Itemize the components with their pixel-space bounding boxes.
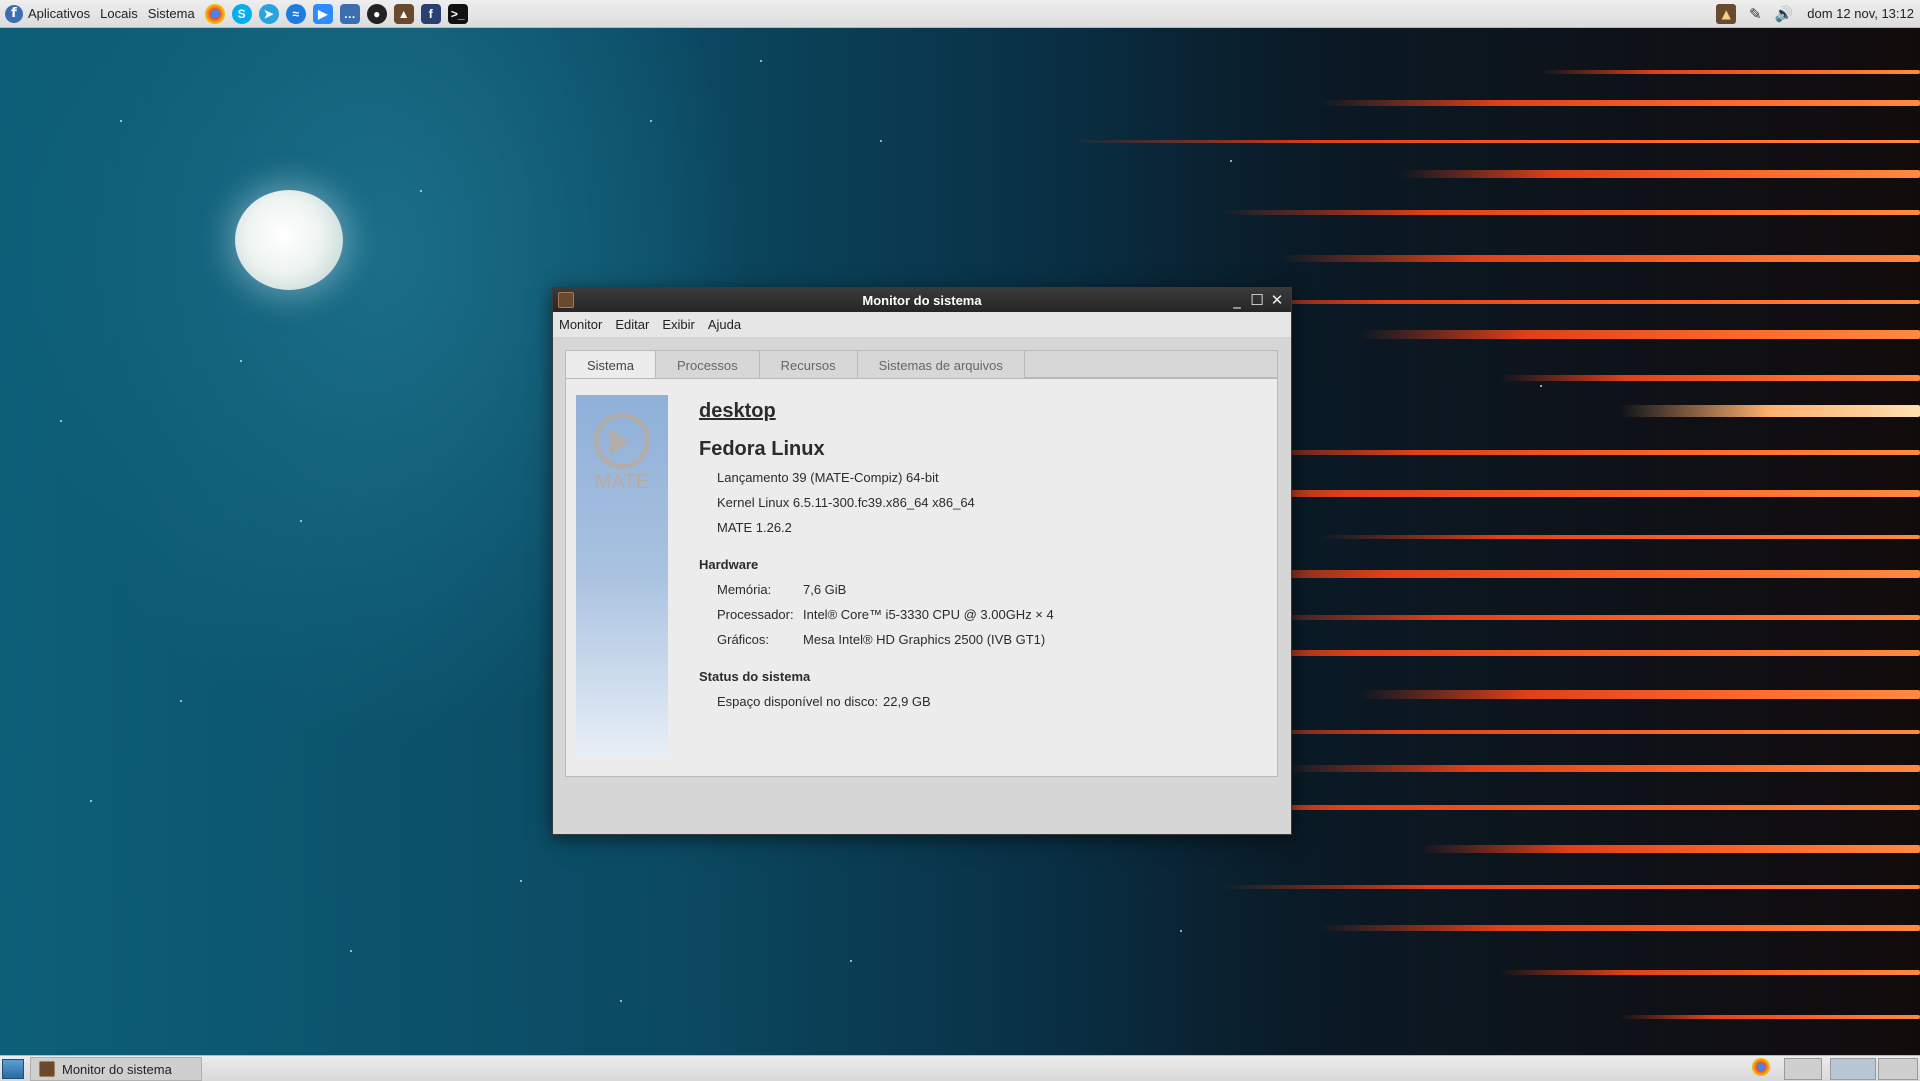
menu-monitor[interactable]: Monitor (559, 317, 602, 332)
close-button[interactable]: ✕ (1267, 290, 1287, 310)
window-title: Monitor do sistema (862, 292, 982, 308)
cpu-value: Intel® Core™ i5-3330 CPU @ 3.00GHz × 4 (803, 607, 1054, 622)
hardware-heading: Hardware (699, 557, 759, 572)
zoom-icon[interactable]: ▶ (312, 3, 333, 24)
tab-sistema[interactable]: Sistema (565, 350, 656, 380)
memory-value: 7,6 GiB (803, 582, 847, 597)
mate-logo-text: MATE (594, 471, 650, 493)
skype-icon[interactable]: S (231, 3, 252, 24)
logo-sidebar: MATE (576, 395, 668, 755)
workspace-2[interactable] (1830, 1058, 1876, 1080)
tab-bar: Sistema Processos Recursos Sistemas de a… (565, 350, 1025, 380)
system-tray: ▲ ✎ 🔊 dom 12 nov, 13:12 (1716, 0, 1920, 27)
mate-logo-icon (594, 413, 650, 469)
volume-icon[interactable]: 🔊 (1774, 4, 1794, 24)
gpu-label: Gráficos: (717, 632, 770, 647)
tab-recursos[interactable]: Recursos (759, 350, 858, 380)
workspace-3[interactable] (1878, 1058, 1918, 1080)
telegram-icon[interactable]: ➤ (258, 3, 279, 24)
window-app-icon[interactable] (558, 292, 574, 308)
show-desktop-button[interactable] (2, 1059, 24, 1079)
taskbar-window-button[interactable]: Monitor do sistema (30, 1057, 202, 1081)
release-info: Lançamento 39 (MATE-Compiz) 64-bit (717, 470, 939, 485)
tab-sistemas-de-arquivos[interactable]: Sistemas de arquivos (857, 350, 1025, 380)
system-monitor-tray-icon[interactable]: ▲ (1716, 3, 1737, 24)
taskbar-window-label: Monitor do sistema (62, 1061, 172, 1077)
menu-editar[interactable]: Editar (615, 317, 649, 332)
distro-name: Fedora Linux (699, 438, 825, 460)
hostname[interactable]: desktop (699, 400, 776, 423)
minimize-button[interactable]: _ (1227, 290, 1247, 310)
vlc-icon[interactable]: ▲ (393, 3, 414, 24)
clock[interactable]: dom 12 nov, 13:12 (1807, 6, 1914, 21)
chrome-tray-icon[interactable] (1752, 1058, 1770, 1076)
maximize-button[interactable]: ☐ (1247, 290, 1267, 310)
bottom-panel: Monitor do sistema (0, 1055, 1920, 1081)
moon (235, 190, 343, 290)
system-monitor-window: Monitor do sistema _ ☐ ✕ Monitor Editar … (552, 287, 1292, 835)
workspace-1[interactable] (1784, 1058, 1822, 1080)
mate-version: MATE 1.26.2 (717, 520, 792, 535)
menu-aplicativos[interactable]: Aplicativos (28, 6, 90, 21)
system-info-panel: MATE desktop Fedora Linux Lançamento 39 … (565, 378, 1278, 777)
chat-icon[interactable]: … (339, 3, 360, 24)
menu-locais[interactable]: Locais (100, 6, 138, 21)
top-panel: f Aplicativos Locais Sistema S ➤ ≈ ▶ … ●… (0, 0, 1920, 28)
fedora-help-icon[interactable]: f (420, 3, 441, 24)
fedora-logo-icon[interactable]: f (5, 4, 23, 23)
messenger-icon[interactable]: ≈ (285, 3, 306, 24)
tab-processos[interactable]: Processos (655, 350, 760, 380)
terminal-icon[interactable]: >_ (447, 3, 468, 24)
window-titlebar[interactable]: Monitor do sistema _ ☐ ✕ (553, 288, 1291, 312)
menu-ajuda[interactable]: Ajuda (708, 317, 741, 332)
gpu-value: Mesa Intel® HD Graphics 2500 (IVB GT1) (803, 632, 1046, 647)
cpu-label: Processador: (717, 607, 794, 622)
obs-icon[interactable]: ● (366, 3, 387, 24)
window-menubar: Monitor Editar Exibir Ajuda (553, 312, 1291, 338)
kernel-info: Kernel Linux 6.5.11-300.fc39.x86_64 x86_… (717, 495, 975, 510)
status-heading: Status do sistema (699, 669, 811, 684)
network-icon[interactable]: ✎ (1745, 4, 1765, 24)
taskbar-app-icon (39, 1061, 55, 1077)
chrome-icon[interactable] (204, 3, 225, 24)
menu-exibir[interactable]: Exibir (662, 317, 695, 332)
menu-sistema[interactable]: Sistema (148, 6, 195, 21)
disk-label: Espaço disponível no disco: (717, 694, 879, 709)
disk-value: 22,9 GB (883, 694, 931, 709)
memory-label: Memória: (717, 582, 772, 597)
